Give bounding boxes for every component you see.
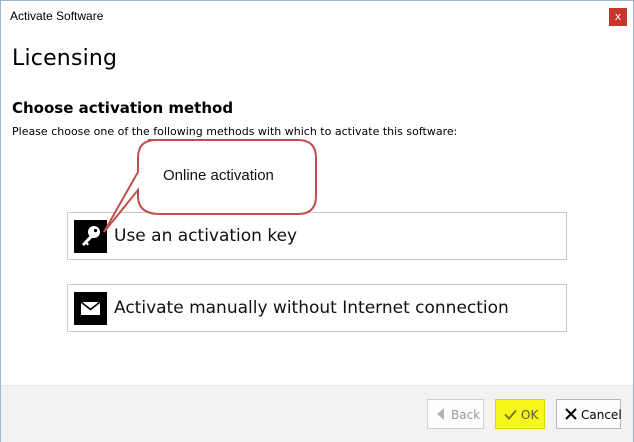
key-icon (74, 220, 107, 253)
section-heading: Choose activation method (12, 99, 234, 117)
window-title: Activate Software (10, 9, 104, 23)
cancel-label: Cancel (581, 408, 622, 422)
manual-activation-option[interactable]: Activate manually without Internet conne… (67, 284, 567, 332)
close-x-icon (565, 408, 577, 423)
title-bar: Activate Software x (1, 1, 633, 31)
page-title: Licensing (12, 46, 118, 71)
option-label: Use an activation key (114, 226, 298, 246)
ok-button[interactable]: OK (495, 399, 545, 429)
close-button[interactable]: x (609, 8, 627, 26)
ok-label: OK (521, 408, 539, 422)
back-button[interactable]: Back (427, 399, 484, 429)
option-label: Activate manually without Internet conne… (114, 298, 509, 318)
instruction-text: Please choose one of the following metho… (12, 125, 458, 138)
back-label: Back (451, 408, 481, 422)
checkmark-icon (504, 409, 517, 423)
cancel-button[interactable]: Cancel (556, 399, 622, 429)
arrow-left-icon (436, 408, 446, 423)
envelope-icon (74, 292, 107, 325)
activation-key-option[interactable]: Use an activation key (67, 212, 567, 260)
button-bar: Back OK Cancel (1, 385, 633, 442)
